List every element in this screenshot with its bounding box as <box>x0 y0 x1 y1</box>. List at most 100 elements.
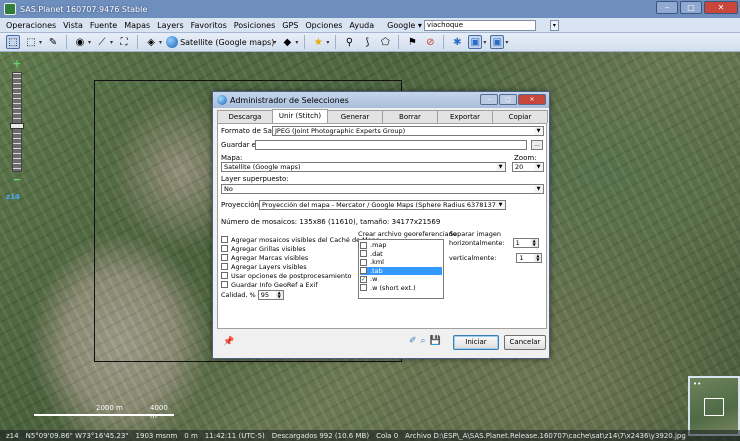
chevron-down-icon[interactable]: ▾ <box>295 39 298 46</box>
start-button[interactable]: Iniciar <box>453 335 499 350</box>
dialog-close-button[interactable]: ✕ <box>518 94 546 105</box>
pin-icon[interactable]: 📌 <box>223 337 234 347</box>
georef-list[interactable]: .map .dat .kml .tab ✓ .w .w (short ext.) <box>358 239 444 299</box>
georef-item-kml[interactable]: .kml <box>360 258 442 267</box>
projection-select[interactable]: Proyección del mapa - Mercator / Google … <box>259 200 506 210</box>
georef-item-map[interactable]: .map <box>360 241 442 250</box>
checkbox[interactable] <box>360 284 367 292</box>
maximize-button[interactable]: □ <box>680 1 702 14</box>
close-button[interactable]: ✕ <box>704 1 738 14</box>
menu-operaciones[interactable]: Operaciones <box>6 21 56 30</box>
chevron-down-icon[interactable]: ▾ <box>110 39 113 46</box>
browse-button[interactable]: ... <box>531 140 543 150</box>
search-history-dropdown[interactable]: ▾ <box>549 19 559 31</box>
zoom-out-button[interactable]: − <box>10 174 24 186</box>
checkbox[interactable] <box>221 254 228 261</box>
georef-item-w[interactable]: ✓ .w <box>360 275 442 284</box>
path-icon[interactable]: ⟆ <box>360 35 374 49</box>
spin-arrows-icon[interactable]: ▲ ▼ <box>534 254 542 262</box>
checkbox[interactable] <box>360 241 367 249</box>
checkbox[interactable] <box>221 272 228 279</box>
menu-vista[interactable]: Vista <box>63 21 83 30</box>
tab-borrar[interactable]: Borrar <box>382 110 438 123</box>
tab-exportar[interactable]: Exportar <box>437 110 493 123</box>
checkbox[interactable] <box>360 258 367 266</box>
zoom-slider[interactable] <box>10 72 24 172</box>
menu-posiciones[interactable]: Posiciones <box>234 21 276 30</box>
polygon-selection-icon[interactable]: ▣ <box>490 35 505 49</box>
gps-icon[interactable]: ◉ <box>73 35 87 49</box>
menu-favoritos[interactable]: Favoritos <box>191 21 227 30</box>
tab-unir-stitch[interactable]: Unir (Stitch) <box>272 109 328 123</box>
zoom-to-selection-icon[interactable]: ⌕ <box>421 336 426 346</box>
checkbox[interactable] <box>221 245 228 252</box>
chevron-down-icon[interactable]: ▾ <box>39 39 42 46</box>
menu-gps[interactable]: GPS <box>282 21 298 30</box>
minimap[interactable]: •• <box>688 376 740 436</box>
tab-copiar[interactable]: Copiar <box>492 110 548 123</box>
move-tool-icon[interactable]: ⬚ <box>6 35 20 49</box>
search-provider-dropdown[interactable]: Google ▾ <box>387 21 422 30</box>
menu-mapas[interactable]: Mapas <box>124 21 150 30</box>
dialog-minimize-button[interactable]: ‒ <box>480 94 498 105</box>
chevron-down-icon[interactable]: ▾ <box>505 39 508 46</box>
no-entry-icon[interactable]: ⊘ <box>423 35 437 49</box>
checkbox[interactable] <box>221 236 228 243</box>
pencil-icon[interactable]: ✎ <box>46 35 60 49</box>
format-select[interactable]: JPEG (Joint Photographic Experts Group) … <box>272 126 544 136</box>
horizontal-stepper[interactable]: 1 ▲ ▼ <box>512 238 539 248</box>
menu-ayuda[interactable]: Ayuda <box>349 21 374 30</box>
tab-descarga[interactable]: Descarga <box>217 110 273 123</box>
georef-item-dat[interactable]: .dat <box>360 250 442 259</box>
selection-icon[interactable]: ✱ <box>450 35 464 49</box>
checkbox[interactable] <box>221 281 228 288</box>
georef-item-tab[interactable]: .tab <box>360 266 442 275</box>
menu-fuente[interactable]: Fuente <box>90 21 117 30</box>
markers-icon[interactable]: ⚑ <box>405 35 419 49</box>
favorites-star-icon[interactable]: ★ <box>311 35 325 49</box>
save-icon[interactable]: 💾 <box>430 336 441 346</box>
dialog-title-bar[interactable]: Administrador de Selecciones ‒ □ ✕ <box>213 92 549 108</box>
minimap-viewport[interactable] <box>704 398 724 416</box>
checkbox[interactable] <box>360 250 367 258</box>
layer-select[interactable]: No ▼ <box>221 184 544 194</box>
cancel-button[interactable]: Cancelar <box>504 335 546 350</box>
chevron-down-icon[interactable]: ▾ <box>483 39 486 46</box>
quality-stepper[interactable]: 95 ▲ ▼ <box>257 290 284 300</box>
checkbox[interactable] <box>360 267 367 275</box>
chevron-down-icon[interactable]: ▾ <box>88 39 91 46</box>
selection-edit-icon[interactable]: ✐ <box>409 336 417 346</box>
option-postprocessing[interactable]: Usar opciones de postprocesamiento <box>221 271 380 280</box>
menu-opciones[interactable]: Opciones <box>305 21 342 30</box>
minimize-button[interactable]: ‒ <box>656 1 678 14</box>
option-cache-tiles[interactable]: Agregar mosaicos visibles del Caché de M… <box>221 235 380 244</box>
option-marks[interactable]: Agregar Marcas visibles <box>221 253 380 262</box>
rect-selection-icon[interactable]: ▣ <box>468 35 483 49</box>
vertical-stepper[interactable]: 1 ▲ ▼ <box>516 253 543 263</box>
zoom-in-button[interactable]: + <box>10 58 24 70</box>
georef-item-w-short[interactable]: .w (short ext.) <box>360 284 442 293</box>
placemark-icon[interactable]: ⚲ <box>342 35 356 49</box>
chevron-down-icon[interactable]: ▾ <box>159 39 162 46</box>
map-select[interactable]: Satellite (Google maps) ▼ <box>221 162 506 172</box>
tab-generar[interactable]: Generar <box>327 110 383 123</box>
fullscreen-icon[interactable]: ⛶ <box>117 35 131 49</box>
spin-arrows-icon[interactable]: ▲ ▼ <box>275 291 283 299</box>
layers-icon[interactable]: ◈ <box>144 35 158 49</box>
menu-layers[interactable]: Layers <box>157 21 183 30</box>
option-georef-exif[interactable]: Guardar Info GeoRef a Exif <box>221 280 380 289</box>
option-grids[interactable]: Agregar Grillas visibles <box>221 244 380 253</box>
overlay-layers-icon[interactable]: ◆ <box>280 35 294 49</box>
chevron-down-icon[interactable]: ▾ <box>326 39 329 46</box>
dialog-maximize-button[interactable]: □ <box>499 94 517 105</box>
ruler-icon[interactable]: ⟋ <box>95 35 109 49</box>
option-layers[interactable]: Agregar Layers visibles <box>221 262 380 271</box>
map-type-dropdown[interactable]: Satellite (Google maps) ▾ <box>166 36 276 48</box>
select-tool-icon[interactable]: ⬚ <box>24 35 38 49</box>
polygon-icon[interactable]: ⬠ <box>378 35 392 49</box>
checkbox[interactable]: ✓ <box>360 275 367 283</box>
save-path-input[interactable] <box>255 140 527 150</box>
search-input[interactable]: viachoque <box>423 19 536 31</box>
checkbox[interactable] <box>221 263 228 270</box>
zoom-slider-thumb[interactable] <box>10 123 24 129</box>
